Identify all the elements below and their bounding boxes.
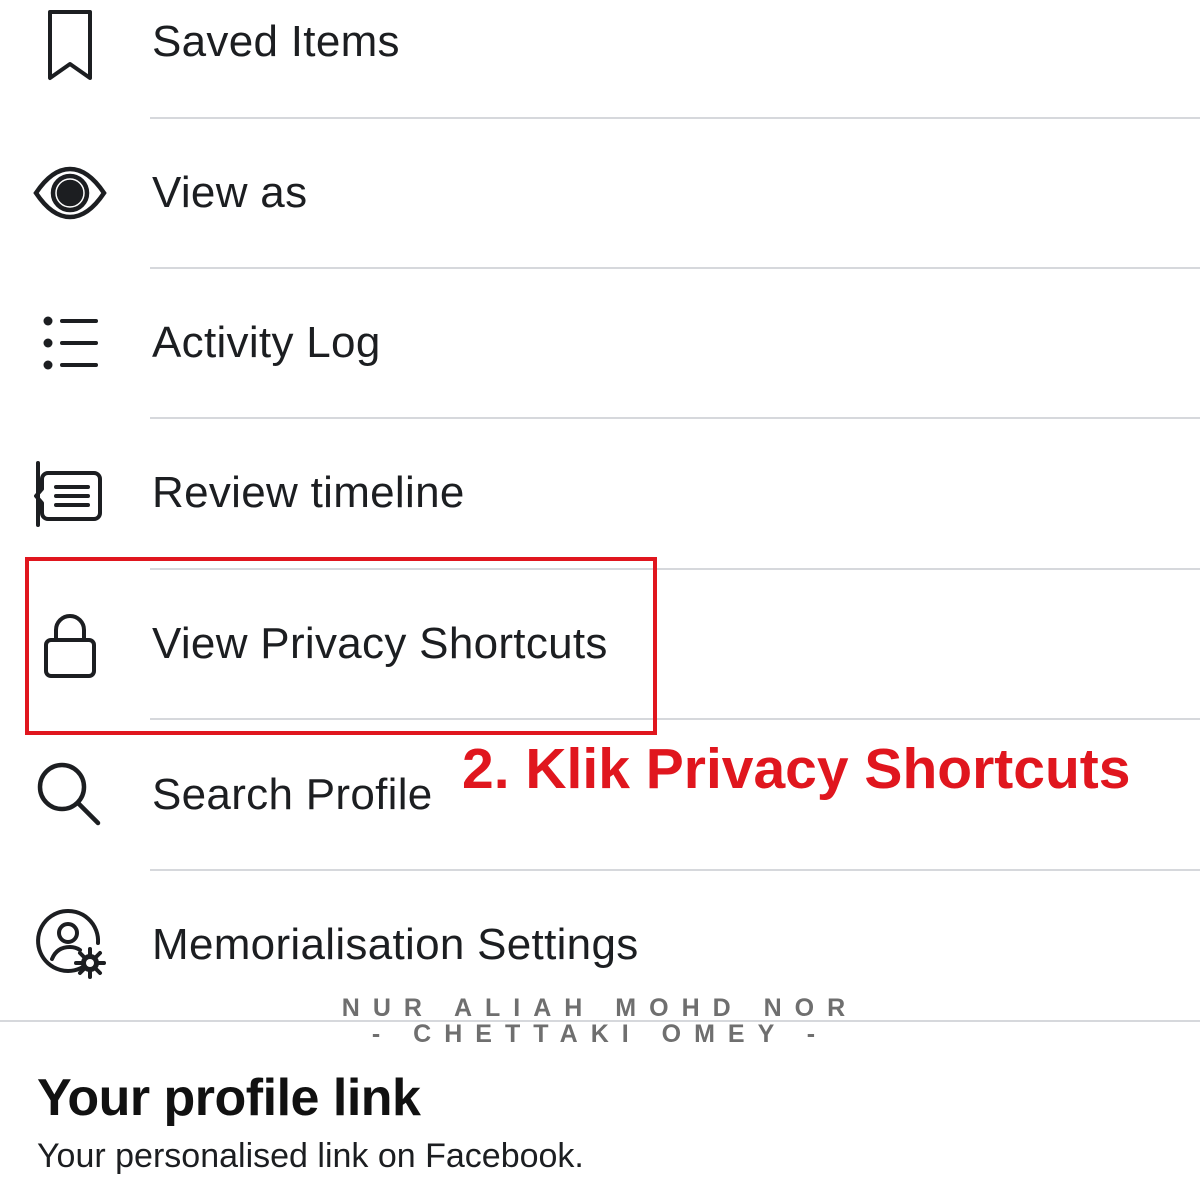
menu-item-saved-items[interactable]: Saved Items <box>0 0 1200 117</box>
eye-icon <box>30 153 110 233</box>
annotation-text: 2. Klik Privacy Shortcuts <box>462 737 1131 801</box>
menu-item-label: Review timeline <box>152 468 465 517</box>
profile-link-subtitle: Your personalised link on Facebook. <box>37 1137 584 1175</box>
search-icon <box>30 755 110 835</box>
menu-item-activity-log[interactable]: Activity Log <box>0 268 1200 418</box>
timeline-review-icon <box>30 453 110 533</box>
lock-icon <box>30 604 110 684</box>
menu-item-label: View as <box>152 168 308 217</box>
list-icon <box>30 303 110 383</box>
watermark-line1: NUR ALIAH MOHD NOR <box>341 994 859 1022</box>
menu-item-label: Search Profile <box>152 770 433 819</box>
menu-item-review-timeline[interactable]: Review timeline <box>0 418 1200 568</box>
bookmark-icon <box>30 2 110 82</box>
menu-item-label: View Privacy Shortcuts <box>152 619 608 668</box>
menu-item-label: Activity Log <box>152 318 381 367</box>
menu-item-label: Saved Items <box>152 17 400 66</box>
menu-item-view-privacy-shortcuts[interactable]: View Privacy Shortcuts <box>0 569 1200 719</box>
profile-link-title: Your profile link <box>37 1069 421 1127</box>
menu-item-view-as[interactable]: View as <box>0 118 1200 268</box>
user-settings-icon <box>30 905 110 985</box>
watermark-line2: - CHETTAKI OMEY - <box>371 1020 829 1048</box>
